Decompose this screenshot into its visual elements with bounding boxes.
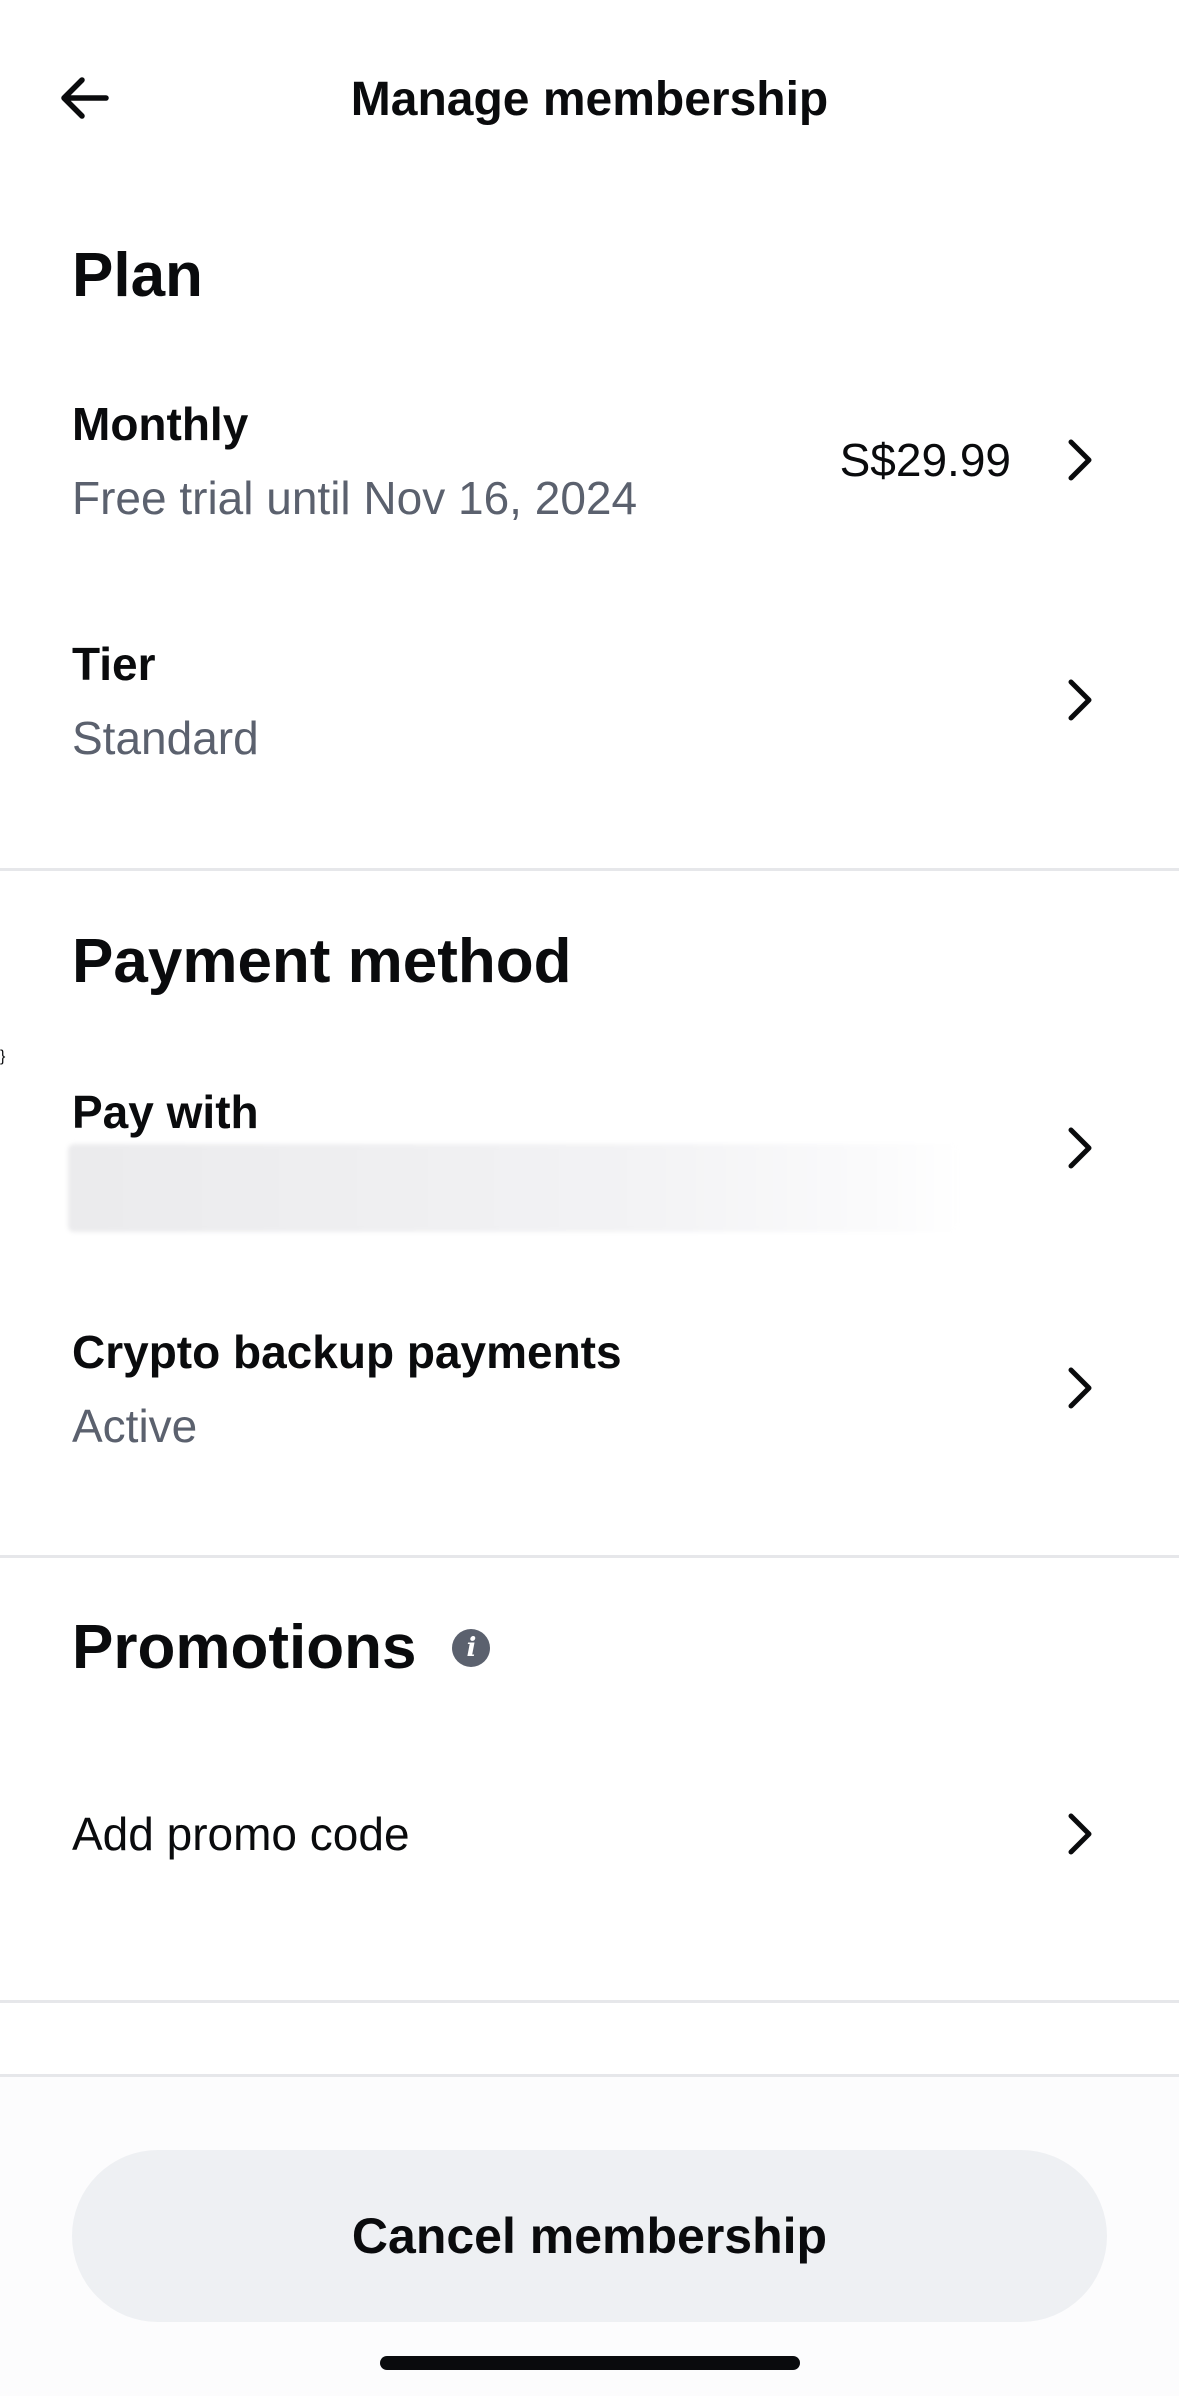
plan-monthly-sub: Free trial until Nov 16, 2024 bbox=[72, 472, 638, 524]
divider bbox=[0, 2000, 1179, 2003]
plan-tier-sub: Standard bbox=[72, 712, 259, 764]
chevron-right-icon bbox=[1060, 670, 1100, 730]
info-icon[interactable]: i bbox=[452, 1629, 491, 1667]
pay-with-label: Pay with bbox=[72, 1086, 259, 1138]
chevron-right-icon bbox=[1060, 1118, 1100, 1178]
divider bbox=[0, 2074, 1179, 2077]
page-title: Manage membership bbox=[350, 73, 829, 126]
pay-with-row[interactable]: Pay with } bbox=[0, 1048, 1179, 1248]
chevron-right-icon bbox=[1060, 1358, 1100, 1418]
chevron-right-icon bbox=[1060, 1804, 1100, 1864]
section-title-promotions: Promotions i bbox=[72, 1608, 491, 1688]
divider bbox=[0, 1555, 1179, 1558]
add-promo-label: Add promo code bbox=[72, 1808, 410, 1860]
add-promo-row[interactable]: Add promo code bbox=[0, 1734, 1179, 1934]
chevron-right-icon bbox=[1060, 430, 1100, 490]
crypto-backup-row[interactable]: Crypto backup payments Active bbox=[0, 1288, 1179, 1488]
crypto-backup-status: Active bbox=[72, 1400, 198, 1452]
promotions-title-text: Promotions bbox=[72, 1613, 417, 1682]
section-title-payment: Payment method bbox=[72, 927, 572, 996]
plan-tier-label: Tier bbox=[72, 638, 156, 690]
divider bbox=[0, 868, 1179, 871]
plan-monthly-price: S$29.99 bbox=[839, 434, 1011, 486]
header: Manage membership bbox=[0, 0, 1179, 200]
home-indicator[interactable] bbox=[380, 2356, 800, 2370]
section-title-plan: Plan bbox=[72, 241, 203, 310]
plan-monthly-row[interactable]: Monthly Free trial until Nov 16, 2024 S$… bbox=[0, 360, 1179, 560]
plan-tier-row[interactable]: Tier Standard bbox=[0, 600, 1179, 800]
crypto-backup-label: Crypto backup payments bbox=[72, 1326, 622, 1378]
plan-monthly-label: Monthly bbox=[72, 398, 249, 450]
redacted-payment-detail bbox=[68, 1144, 960, 1232]
cancel-membership-button[interactable]: Cancel membership bbox=[72, 2150, 1107, 2322]
